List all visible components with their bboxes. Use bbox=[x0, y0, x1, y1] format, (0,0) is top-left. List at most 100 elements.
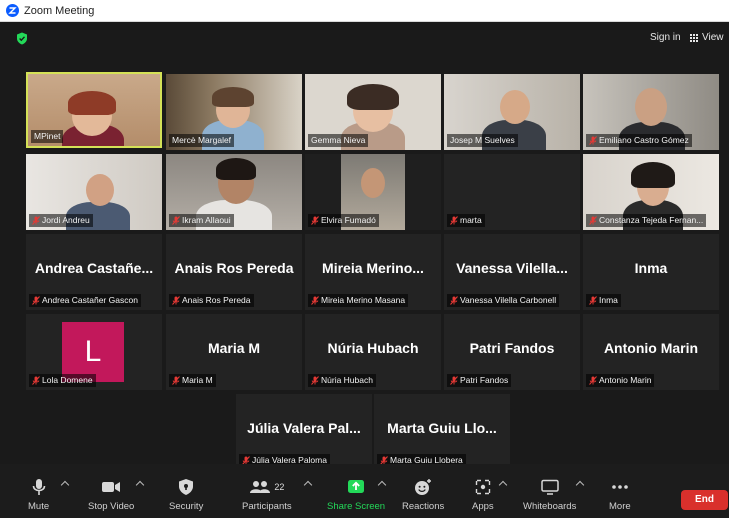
video-camera-icon bbox=[102, 482, 121, 492]
reactions-smiley-icon bbox=[415, 479, 432, 495]
muted-mic-icon bbox=[32, 216, 40, 225]
participants-button[interactable]: 22 Participants bbox=[242, 476, 292, 516]
participant-tile[interactable]: Andrea Castañe... Andrea Castañer Gascon bbox=[26, 234, 162, 310]
muted-mic-icon bbox=[589, 376, 597, 385]
mute-button[interactable]: Mute bbox=[28, 476, 49, 516]
participant-name: Gemma Nieva bbox=[308, 134, 369, 147]
meeting-area: Sign in View MPinet Mercè Margalef Gemma… bbox=[0, 22, 729, 518]
participant-tile[interactable]: Elvira Fumadó bbox=[305, 154, 441, 230]
participant-tile[interactable]: Ikram Allaoui bbox=[166, 154, 302, 230]
muted-mic-icon bbox=[172, 376, 180, 385]
participant-name: Jordi Andreu bbox=[29, 214, 93, 227]
participant-tile[interactable]: Anais Ros Pereda Anais Ros Pereda bbox=[166, 234, 302, 310]
participant-name: marta bbox=[447, 214, 485, 227]
muted-mic-icon bbox=[32, 376, 40, 385]
sign-in-button[interactable]: Sign in bbox=[644, 29, 687, 47]
participant-display-name: Vanessa Vilella... bbox=[456, 260, 568, 276]
muted-mic-icon bbox=[450, 296, 458, 305]
mute-options-caret[interactable] bbox=[60, 480, 70, 490]
share-screen-icon bbox=[348, 480, 365, 493]
participant-tile[interactable]: Constanza Tejeda Fernan... bbox=[583, 154, 719, 230]
apps-options-caret[interactable] bbox=[498, 480, 508, 490]
participant-tile[interactable]: Vanessa Vilella... Vanessa Vilella Carbo… bbox=[444, 234, 580, 310]
participant-display-name: Núria Hubach bbox=[327, 340, 419, 356]
avatar: L bbox=[62, 322, 124, 382]
stop-video-button[interactable]: Stop Video bbox=[88, 476, 134, 516]
participant-display-name: Anais Ros Pereda bbox=[174, 260, 294, 276]
participant-tile[interactable]: Mercè Margalef bbox=[166, 74, 302, 150]
participant-display-name: Andrea Castañe... bbox=[34, 260, 154, 276]
participant-name: Patri Fandos bbox=[447, 374, 512, 387]
participant-name: Elvira Fumadó bbox=[308, 214, 379, 227]
participant-name: Constanza Tejeda Fernan... bbox=[586, 214, 707, 227]
participant-name: Inma bbox=[586, 294, 621, 307]
participant-name: Emiliano Castro Gómez bbox=[586, 134, 692, 147]
participant-name: Andrea Castañer Gascon bbox=[29, 294, 141, 307]
participant-tile[interactable]: MPinet bbox=[26, 72, 162, 148]
participant-tile[interactable]: Inma Inma bbox=[583, 234, 719, 310]
participant-tile[interactable]: Júlia Valera Pal... Júlia Valera Paloma bbox=[236, 394, 372, 470]
participant-tile[interactable]: Jordi Andreu bbox=[26, 154, 162, 230]
microphone-icon bbox=[32, 479, 45, 495]
whiteboards-options-caret[interactable] bbox=[575, 480, 585, 490]
participant-name: Antonio Marin bbox=[586, 374, 655, 387]
participant-name: Mireia Merino Masana bbox=[308, 294, 409, 307]
participant-name: Josep M Suelves bbox=[447, 134, 518, 147]
participant-tile[interactable]: L Lola Domene bbox=[26, 314, 162, 390]
share-screen-button[interactable]: Share Screen bbox=[327, 476, 385, 516]
participant-tile[interactable]: Emiliano Castro Gómez bbox=[583, 74, 719, 150]
participant-name: Lola Domene bbox=[29, 374, 96, 387]
apps-icon bbox=[475, 479, 491, 495]
participant-name: Anais Ros Pereda bbox=[169, 294, 254, 307]
view-label: View bbox=[702, 32, 724, 43]
participant-name: Vanessa Vilella Carbonell bbox=[447, 294, 560, 307]
participant-tile[interactable]: Josep M Suelves bbox=[444, 74, 580, 150]
muted-mic-icon bbox=[32, 296, 40, 305]
participant-tile[interactable]: Maria M Maria M bbox=[166, 314, 302, 390]
participants-icon bbox=[250, 481, 271, 493]
participant-display-name: Júlia Valera Pal... bbox=[247, 420, 361, 436]
zoom-logo-icon bbox=[6, 4, 19, 17]
reactions-button[interactable]: Reactions bbox=[402, 476, 444, 516]
whiteboard-icon bbox=[540, 479, 559, 495]
muted-mic-icon bbox=[311, 296, 319, 305]
encryption-shield-icon[interactable] bbox=[16, 32, 28, 45]
participant-tile[interactable]: Antonio Marin Antonio Marin bbox=[583, 314, 719, 390]
muted-mic-icon bbox=[450, 216, 458, 225]
apps-button[interactable]: Apps bbox=[472, 476, 494, 516]
participant-display-name: Maria M bbox=[207, 340, 261, 356]
participant-name: Mercè Margalef bbox=[169, 134, 235, 147]
participant-tile[interactable]: Mireia Merino... Mireia Merino Masana bbox=[305, 234, 441, 310]
participant-tile[interactable]: Gemma Nieva bbox=[305, 74, 441, 150]
participant-display-name: Marta Guiu Llo... bbox=[387, 420, 497, 436]
participant-name: Maria M bbox=[169, 374, 216, 387]
participant-name: MPinet bbox=[31, 130, 64, 143]
whiteboards-button[interactable]: Whiteboards bbox=[523, 476, 576, 516]
more-dots-icon bbox=[612, 485, 628, 489]
window-titlebar: Zoom Meeting bbox=[0, 0, 729, 22]
participant-display-name: Mireia Merino... bbox=[322, 260, 424, 276]
more-button[interactable]: More bbox=[609, 476, 631, 516]
muted-mic-icon bbox=[172, 296, 180, 305]
muted-mic-icon bbox=[589, 296, 597, 305]
muted-mic-icon bbox=[311, 216, 319, 225]
muted-mic-icon bbox=[450, 376, 458, 385]
participant-tile[interactable]: marta bbox=[444, 154, 580, 230]
participant-name: Núria Hubach bbox=[308, 374, 376, 387]
video-options-caret[interactable] bbox=[135, 480, 145, 490]
participant-tile[interactable]: Patri Fandos Patri Fandos bbox=[444, 314, 580, 390]
participant-tile[interactable]: Núria Hubach Núria Hubach bbox=[305, 314, 441, 390]
participants-count: 22 bbox=[274, 482, 285, 492]
muted-mic-icon bbox=[172, 216, 180, 225]
window-title: Zoom Meeting bbox=[24, 4, 95, 17]
participants-options-caret[interactable] bbox=[303, 480, 313, 490]
participant-display-name: Inma bbox=[634, 260, 668, 276]
participant-tile[interactable]: Marta Guiu Llo... Marta Guiu Llobera bbox=[374, 394, 510, 470]
security-button[interactable]: Security bbox=[169, 476, 203, 516]
security-shield-icon bbox=[179, 479, 194, 495]
end-meeting-button[interactable]: End bbox=[681, 490, 728, 510]
participant-display-name: Patri Fandos bbox=[469, 340, 555, 356]
grid-view-icon bbox=[690, 34, 699, 42]
meeting-toolbar: Mute Stop Video Security 22 Participants… bbox=[0, 464, 729, 518]
view-button[interactable]: View bbox=[690, 29, 724, 47]
